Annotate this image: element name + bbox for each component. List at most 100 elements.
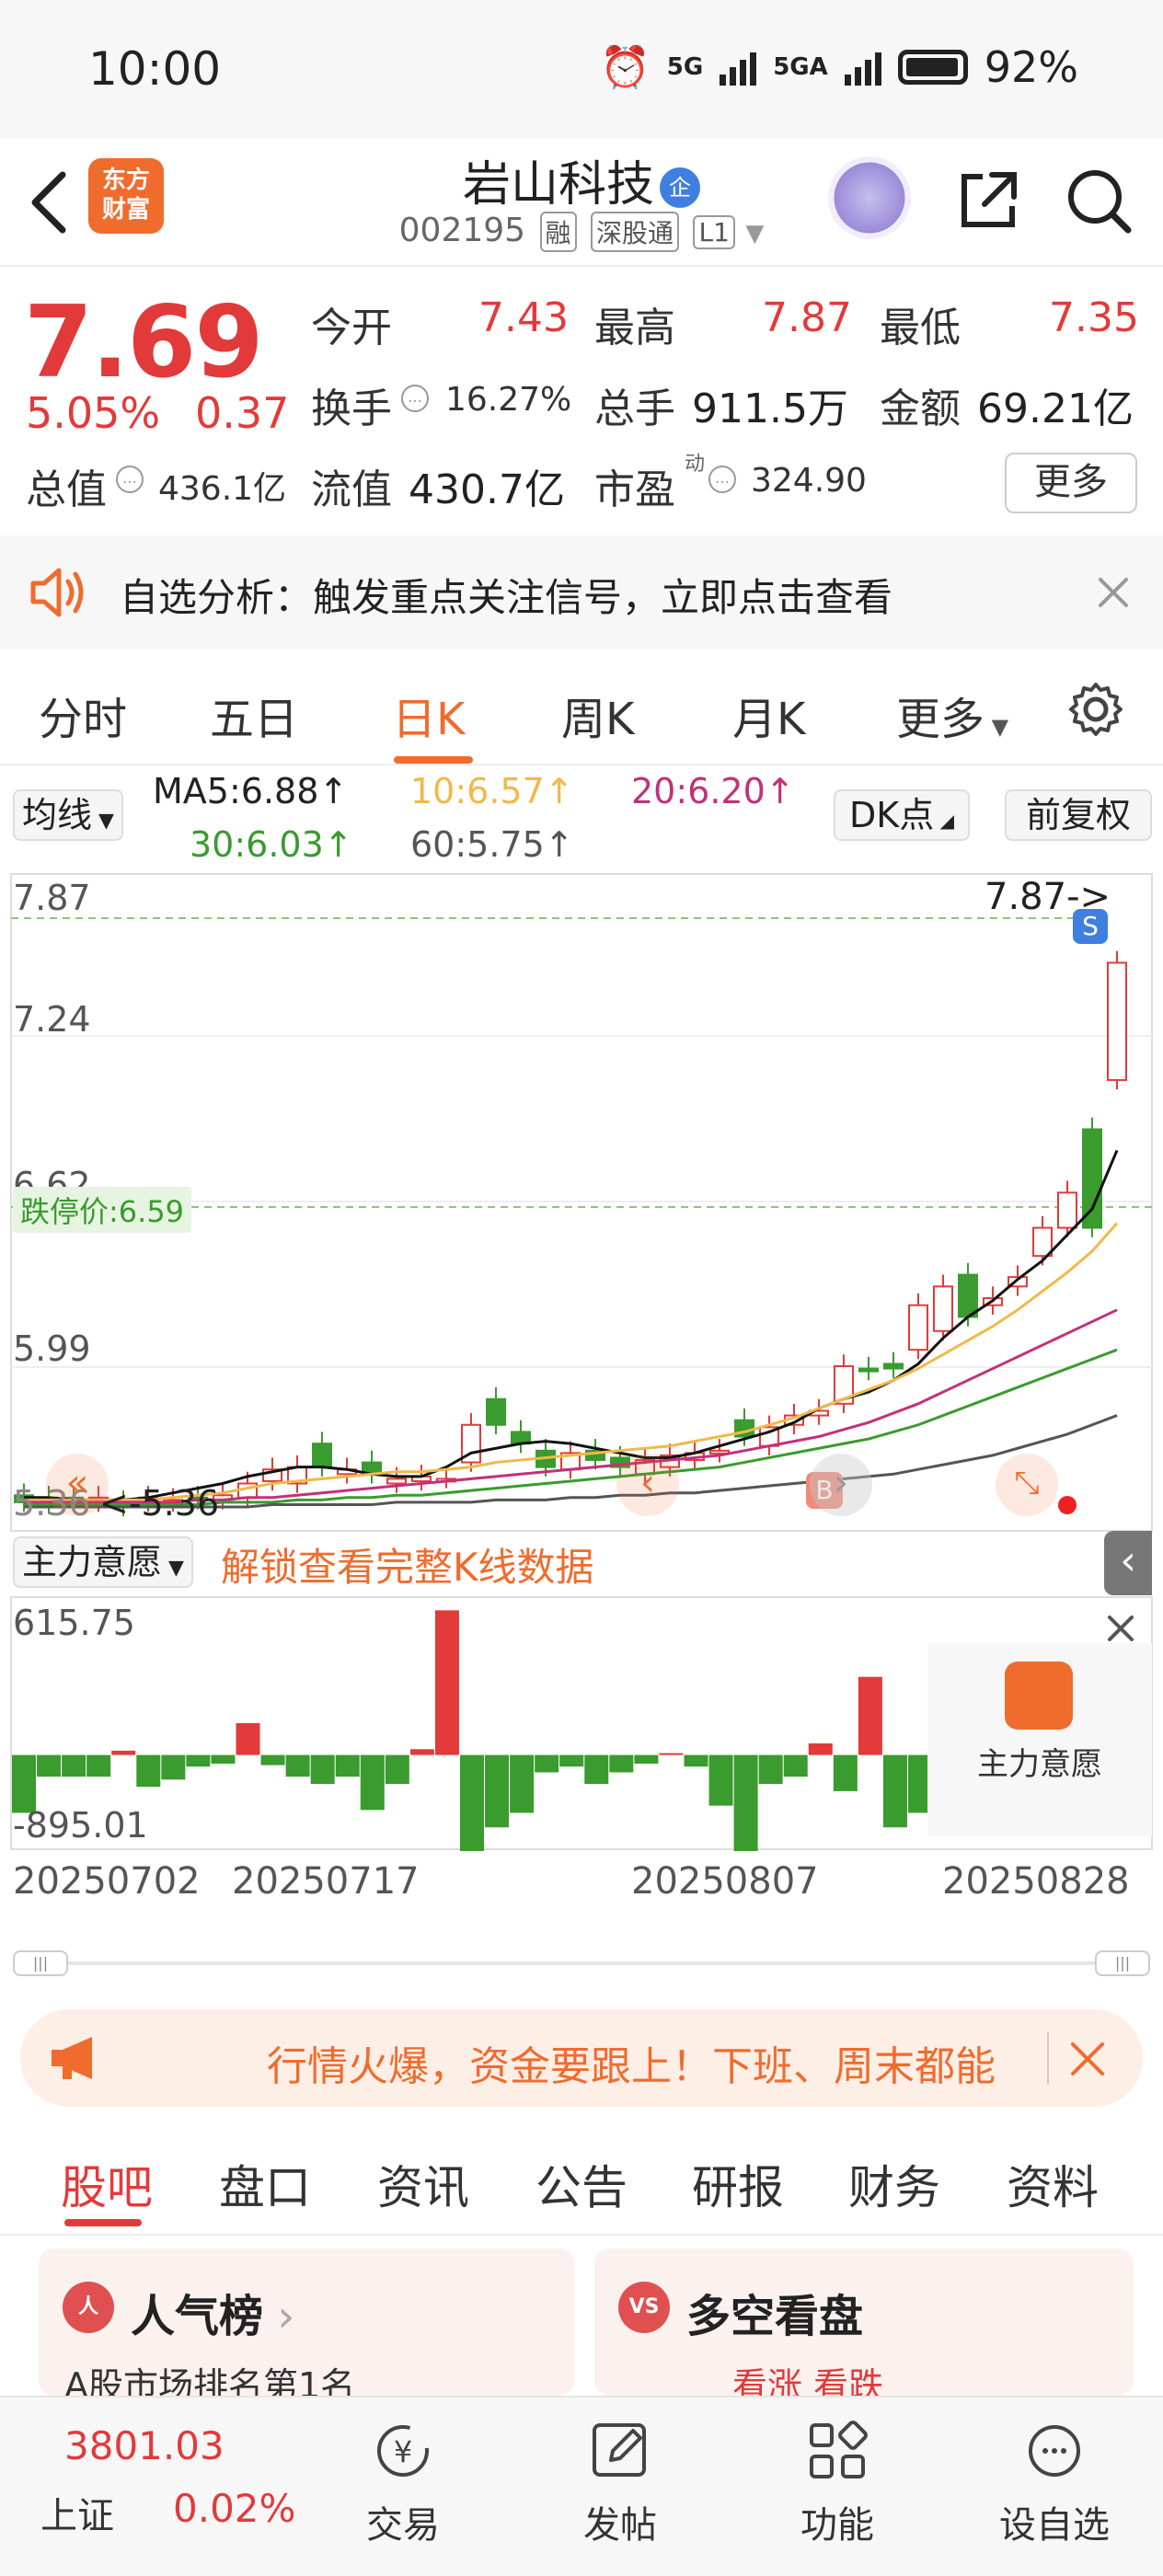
scroll-track (68, 1961, 1095, 1965)
unlock-kline-link[interactable]: 解锁查看完整K线数据 (221, 1536, 594, 1593)
index-name: 上证 (40, 2495, 114, 2537)
tab-five-day[interactable]: 五日 (210, 683, 298, 747)
kline-chart[interactable]: 7.87 7.24 6.62 5.99 5.36 7.87-> <-5.36 跌… (0, 872, 1163, 1535)
info-dot-icon[interactable]: … (708, 466, 736, 493)
indicator-bar (882, 1754, 907, 1828)
indicator-promo[interactable]: 主力意愿 (927, 1643, 1152, 1836)
ma20-value: 20:6.20↑ (631, 771, 795, 811)
promo-ad-bar[interactable]: 行情火爆，资金要跟上！下班、周末都能 (20, 2009, 1143, 2107)
step-left-icon[interactable]: ‹ (616, 1454, 679, 1516)
date-label: 20250717 (232, 1860, 420, 1903)
tab-daily-k[interactable]: 日K (392, 683, 465, 747)
indicator-bar (684, 1754, 708, 1767)
enterprise-badge: 企 (660, 167, 700, 208)
nav-add-watchlist[interactable]: 设自选 (962, 2416, 1146, 2548)
nav-functions[interactable]: 功能 (745, 2416, 929, 2548)
network-5g-label: 5G (666, 53, 704, 81)
sell-marker[interactable]: S (1073, 909, 1108, 944)
more-quote-button[interactable]: 更多 (1005, 453, 1137, 513)
tab-intraday[interactable]: 分时 (39, 683, 127, 747)
candle (312, 1443, 332, 1468)
search-icon[interactable] (1062, 164, 1135, 237)
indicator-select[interactable]: 主力意愿 ▼ (13, 1536, 193, 1588)
indicator-bar (360, 1754, 385, 1811)
more-dots-icon (1029, 2425, 1080, 2477)
expand-icon[interactable]: ⤡ (996, 1454, 1058, 1516)
collapse-arrow-icon[interactable]: ‹ (1104, 1531, 1152, 1595)
signal-icon-2 (844, 49, 881, 86)
y-label-4: 5.99 (13, 1328, 91, 1369)
dk-point-button[interactable]: DK点 ◢ (834, 789, 970, 841)
settings-gear-icon[interactable] (1065, 679, 1126, 740)
battery-icon (897, 50, 968, 85)
candle (858, 1367, 879, 1373)
candle (1032, 1226, 1053, 1258)
scroll-left-icon[interactable]: « (46, 1454, 109, 1516)
change-percent: 5.05% (26, 388, 161, 438)
ma-select[interactable]: 均线 ▼ (13, 789, 123, 841)
tab-more[interactable]: 更多 ▼ (896, 683, 1008, 747)
close-icon[interactable] (1104, 1612, 1137, 1645)
network-5ga-label: 5GA (773, 53, 828, 81)
indicator-bar (485, 1754, 510, 1828)
info-dot-icon[interactable]: … (401, 385, 429, 412)
nav-trade[interactable]: ¥ 交易 (311, 2416, 495, 2548)
nav-post[interactable]: 发帖 (528, 2416, 712, 2548)
scroll-handle-right[interactable]: ||| (1095, 1950, 1150, 1976)
dropdown-triangle-icon: ▼ (92, 810, 114, 833)
tab-weekly-k[interactable]: 周K (561, 683, 634, 747)
indicator-bar (584, 1754, 609, 1785)
ai-assistant-icon[interactable] (828, 156, 911, 239)
indicator-bar (62, 1754, 86, 1777)
bull-bear-card[interactable]: VS 多空看盘 看涨 看跌 (594, 2248, 1134, 2406)
candle (386, 1478, 407, 1485)
scroll-handle-left[interactable]: ||| (13, 1950, 68, 1976)
dropdown-triangle-icon: ▼ (745, 220, 765, 247)
y-label-high: 7.87 (13, 878, 91, 918)
adjust-price-button[interactable]: 前复权 (1005, 789, 1152, 841)
indicator-bar (211, 1754, 236, 1765)
close-icon[interactable] (1067, 2039, 1108, 2079)
svg-text:¥: ¥ (394, 2434, 412, 2469)
chevron-right-icon: › (263, 2291, 295, 2342)
popularity-card[interactable]: 人 人气榜 › A股市场排名第1名 (39, 2248, 574, 2406)
turnover-label: 换手 (311, 385, 392, 432)
tab-pankou[interactable]: 盘口 (219, 2151, 311, 2217)
open-label: 今开 (311, 305, 392, 351)
indicator-bar (236, 1723, 260, 1755)
step-right-icon[interactable]: › (810, 1454, 872, 1516)
tab-research[interactable]: 研报 (692, 2151, 784, 2217)
chart-scrollbar[interactable]: ||| ||| (13, 1950, 1150, 1976)
indicator-bar (783, 1754, 808, 1777)
change-amount: 0.37 (195, 388, 290, 438)
date-label: 20250807 (631, 1860, 819, 1903)
index-value[interactable]: 3801.03 (64, 2423, 225, 2468)
tab-profile[interactable]: 资料 (1007, 2151, 1099, 2217)
tab-guba[interactable]: 股吧 (61, 2151, 153, 2217)
close-icon[interactable] (1095, 574, 1132, 611)
tab-announcements[interactable]: 公告 (535, 2151, 628, 2217)
level-tag: L1 (693, 214, 735, 249)
signal-banner[interactable]: 自选分析：触发重点关注信号，立即点击查看 (0, 535, 1163, 650)
alarm-icon: ⏰ (599, 44, 651, 91)
candle (486, 1397, 506, 1426)
high-value: 7.87 (762, 294, 852, 341)
candle (1107, 961, 1127, 1081)
low-marker: <-5.36 (99, 1483, 220, 1524)
ad-text: 行情火爆，资金要跟上！下班、周末都能 (267, 2043, 996, 2090)
pe-label: 市盈 (594, 466, 675, 513)
ma60-value: 60:5.75↑ (410, 824, 574, 865)
indicator-bar (136, 1754, 161, 1788)
info-dot-icon[interactable]: … (116, 466, 144, 493)
stock-header: 东方 财富 岩山科技企 002195 融 深股通 L1 ▼ (0, 138, 1163, 267)
share-icon[interactable] (951, 164, 1025, 237)
tab-finance[interactable]: 财务 (848, 2151, 940, 2217)
tab-monthly-k[interactable]: 月K (732, 683, 805, 747)
indicator-bar (260, 1754, 285, 1765)
ranking-icon: 人 (63, 2282, 114, 2333)
indicator-bar (858, 1676, 882, 1755)
tab-news[interactable]: 资讯 (377, 2151, 469, 2217)
grid-icon (810, 2421, 868, 2478)
stock-name: 岩山科技 (462, 157, 654, 213)
candle (1057, 1191, 1077, 1229)
